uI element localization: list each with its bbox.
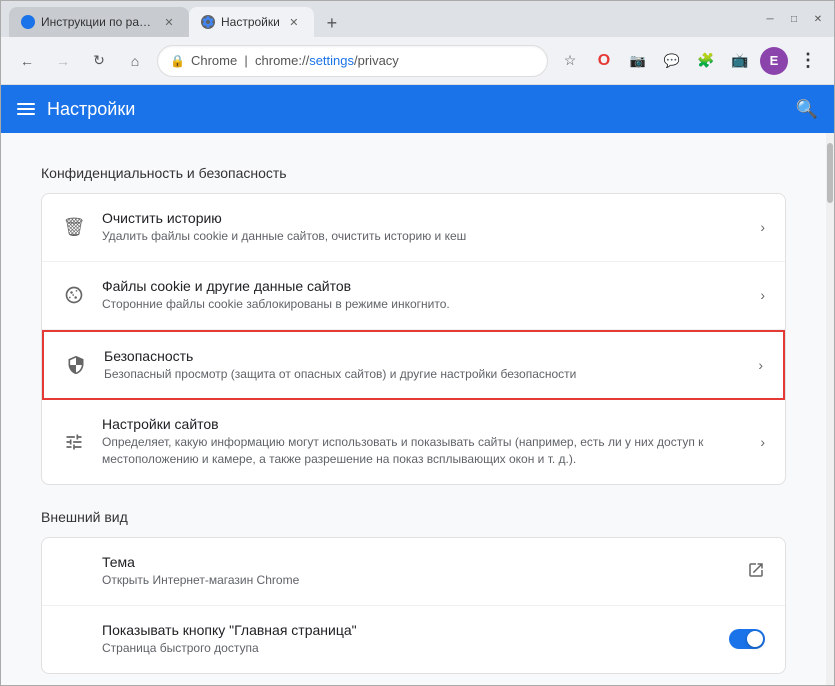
security-title: Безопасность (104, 348, 742, 364)
cookie-icon (62, 283, 86, 307)
hamburger-line1 (17, 103, 35, 105)
address-bar: ← → ↻ ⌂ 🔒 Chrome | chrome://settings/pri… (1, 37, 834, 85)
clear-history-chevron: › (760, 219, 765, 235)
address-post: /privacy (354, 53, 399, 68)
shield-icon (64, 353, 88, 377)
home-button-title: Показывать кнопку "Главная страница" (102, 622, 713, 638)
hamburger-line2 (17, 108, 35, 110)
window-controls: ─ □ ✕ (762, 11, 826, 27)
tabs-container: Инструкции по работе с комп... ✕ Настрой… (9, 1, 758, 37)
tab-favicon-settings (201, 15, 215, 29)
back-button[interactable]: ← (13, 47, 41, 75)
extension-icon2[interactable]: 💬 (658, 47, 686, 75)
security-chevron: › (758, 357, 763, 373)
tab-title-settings: Настройки (221, 15, 280, 29)
cookies-chevron: › (760, 287, 765, 303)
opera-icon[interactable]: O (590, 47, 618, 75)
site-settings-title: Настройки сайтов (102, 416, 744, 432)
forward-button[interactable]: → (49, 47, 77, 75)
tab-favicon-instructions (21, 15, 35, 29)
theme-icon (62, 559, 86, 583)
section-appearance-title: Внешний вид (41, 509, 786, 525)
extension-icon1[interactable]: 📷 (624, 47, 652, 75)
clear-history-desc: Удалить файлы cookie и данные сайтов, оч… (102, 228, 744, 245)
security-item[interactable]: Безопасность Безопасный просмотр (защита… (44, 332, 783, 399)
close-button[interactable]: ✕ (810, 11, 826, 27)
home-button-toggle[interactable] (729, 629, 765, 649)
settings-search-icon[interactable]: 🔍 (796, 99, 818, 120)
cookies-title: Файлы cookie и другие данные сайтов (102, 278, 744, 294)
scrollbar[interactable] (826, 133, 834, 685)
title-bar: Инструкции по работе с комп... ✕ Настрой… (1, 1, 834, 37)
theme-text: Тема Открыть Интернет-магазин Chrome (102, 554, 731, 589)
clear-history-item[interactable]: 🗑 Очистить историю Удалить файлы cookie … (42, 194, 785, 262)
home-button-item[interactable]: Показывать кнопку "Главная страница" Стр… (42, 606, 785, 673)
security-item-wrapper: Безопасность Безопасный просмотр (защита… (42, 330, 785, 401)
trash-icon: 🗑 (62, 215, 86, 239)
section-privacy-title: Конфиденциальность и безопасность (41, 165, 786, 181)
address-highlight: settings (309, 53, 354, 68)
cookies-desc: Сторонние файлы cookie заблокированы в р… (102, 296, 744, 313)
appearance-card: Тема Открыть Интернет-магазин Chrome Пок… (41, 537, 786, 674)
home-button-text: Показывать кнопку "Главная страница" Стр… (102, 622, 713, 657)
security-text: Безопасность Безопасный просмотр (защита… (104, 348, 742, 383)
home-button[interactable]: ⌂ (121, 47, 149, 75)
tab-close-instructions[interactable]: ✕ (161, 14, 177, 30)
cast-icon[interactable]: 📺 (726, 47, 754, 75)
main-content: Конфиденциальность и безопасность 🗑 Очис… (1, 133, 834, 685)
profile-icon[interactable]: E (760, 47, 788, 75)
bookmark-icon[interactable]: ☆ (556, 47, 584, 75)
external-link-icon (747, 561, 765, 582)
site-settings-chevron: › (760, 434, 765, 450)
home-button-toggle-wrap (729, 629, 765, 649)
toolbar-icons: ☆ O 📷 💬 🧩 📺 E ⋮ (556, 47, 822, 75)
lock-icon: 🔒 (170, 54, 185, 68)
theme-title: Тема (102, 554, 731, 570)
cookies-item[interactable]: Файлы cookie и другие данные сайтов Стор… (42, 262, 785, 330)
home-button-desc: Страница быстрого доступа (102, 640, 713, 657)
address-input[interactable]: 🔒 Chrome | chrome://settings/privacy (157, 45, 548, 77)
tab-close-settings[interactable]: ✕ (286, 14, 302, 30)
settings-header: Настройки 🔍 (1, 85, 834, 133)
site-settings-desc: Определяет, какую информацию могут испол… (102, 434, 744, 468)
puzzle-icon[interactable]: 🧩 (692, 47, 720, 75)
new-tab-button[interactable]: + (318, 9, 346, 37)
settings-title: Настройки (47, 99, 784, 120)
toggle-knob (747, 631, 763, 647)
refresh-button[interactable]: ↻ (85, 47, 113, 75)
hamburger-button[interactable] (17, 103, 35, 115)
site-settings-item[interactable]: Настройки сайтов Определяет, какую инфор… (42, 400, 785, 484)
address-pre: Chrome | chrome:// (191, 53, 309, 68)
cookies-text: Файлы cookie и другие данные сайтов Стор… (102, 278, 744, 313)
security-desc: Безопасный просмотр (защита от опасных с… (104, 366, 742, 383)
tab-title-instructions: Инструкции по работе с комп... (41, 15, 155, 29)
home-button-icon (62, 627, 86, 651)
theme-item[interactable]: Тема Открыть Интернет-магазин Chrome (42, 538, 785, 606)
address-text: Chrome | chrome://settings/privacy (191, 53, 535, 68)
minimize-button[interactable]: ─ (762, 11, 778, 27)
tab-settings[interactable]: Настройки ✕ (189, 7, 314, 37)
hamburger-line3 (17, 113, 35, 115)
tab-instructions[interactable]: Инструкции по работе с комп... ✕ (9, 7, 189, 37)
menu-icon[interactable]: ⋮ (794, 47, 822, 75)
clear-history-text: Очистить историю Удалить файлы cookie и … (102, 210, 744, 245)
maximize-button[interactable]: □ (786, 11, 802, 27)
sliders-icon (62, 430, 86, 454)
site-settings-text: Настройки сайтов Определяет, какую инфор… (102, 416, 744, 468)
theme-desc: Открыть Интернет-магазин Chrome (102, 572, 731, 589)
privacy-card: 🗑 Очистить историю Удалить файлы cookie … (41, 193, 786, 485)
browser-frame: Инструкции по работе с комп... ✕ Настрой… (0, 0, 835, 686)
clear-history-title: Очистить историю (102, 210, 744, 226)
content-area: Конфиденциальность и безопасность 🗑 Очис… (1, 133, 826, 685)
scrollbar-thumb (827, 143, 833, 203)
